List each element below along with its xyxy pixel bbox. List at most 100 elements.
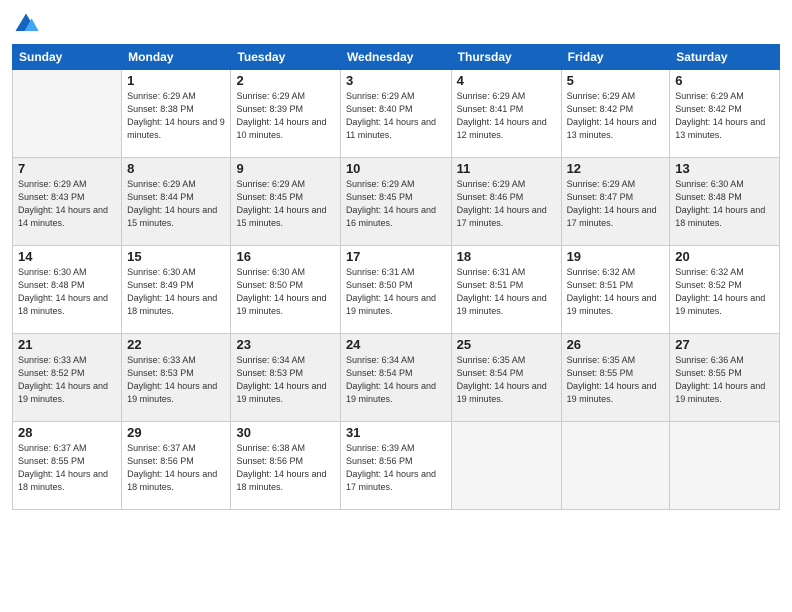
calendar-day-cell: 14 Sunrise: 6:30 AMSunset: 8:48 PMDayligh… bbox=[13, 246, 122, 334]
day-number: 20 bbox=[675, 249, 774, 264]
calendar-day-cell: 10 Sunrise: 6:29 AMSunset: 8:45 PMDayligh… bbox=[340, 158, 451, 246]
calendar-table: SundayMondayTuesdayWednesdayThursdayFrid… bbox=[12, 44, 780, 510]
day-info: Sunrise: 6:37 AMSunset: 8:55 PMDaylight:… bbox=[18, 442, 116, 494]
day-number: 3 bbox=[346, 73, 446, 88]
day-info: Sunrise: 6:34 AMSunset: 8:54 PMDaylight:… bbox=[346, 354, 446, 406]
weekday-header-wednesday: Wednesday bbox=[340, 45, 451, 70]
calendar-day-cell: 12 Sunrise: 6:29 AMSunset: 8:47 PMDayligh… bbox=[561, 158, 670, 246]
weekday-header-monday: Monday bbox=[122, 45, 231, 70]
calendar-day-cell: 7 Sunrise: 6:29 AMSunset: 8:43 PMDaylight… bbox=[13, 158, 122, 246]
calendar-day-cell: 1 Sunrise: 6:29 AMSunset: 8:38 PMDaylight… bbox=[122, 70, 231, 158]
calendar-day-cell: 28 Sunrise: 6:37 AMSunset: 8:55 PMDayligh… bbox=[13, 422, 122, 510]
calendar-day-cell: 4Sunrise: 6:29 AMSunset: 8:41 PMDaylight… bbox=[451, 70, 561, 158]
calendar-day-cell: 9 Sunrise: 6:29 AMSunset: 8:45 PMDaylight… bbox=[231, 158, 340, 246]
day-info: Sunrise: 6:32 AMSunset: 8:52 PMDaylight:… bbox=[675, 266, 774, 318]
day-info: Sunrise: 6:34 AMSunset: 8:53 PMDaylight:… bbox=[236, 354, 334, 406]
weekday-header-friday: Friday bbox=[561, 45, 670, 70]
calendar-day-cell: 30 Sunrise: 6:38 AMSunset: 8:56 PMDayligh… bbox=[231, 422, 340, 510]
calendar-week-row: 28 Sunrise: 6:37 AMSunset: 8:55 PMDayligh… bbox=[13, 422, 780, 510]
day-info: Sunrise: 6:30 AMSunset: 8:49 PMDaylight:… bbox=[127, 266, 225, 318]
calendar-day-cell: 19 Sunrise: 6:32 AMSunset: 8:51 PMDayligh… bbox=[561, 246, 670, 334]
day-number: 4 bbox=[457, 73, 556, 88]
weekday-header-sunday: Sunday bbox=[13, 45, 122, 70]
calendar-day-cell bbox=[670, 422, 780, 510]
day-number: 28 bbox=[18, 425, 116, 440]
day-number: 19 bbox=[567, 249, 665, 264]
day-info: Sunrise: 6:29 AMSunset: 8:42 PMDaylight:… bbox=[675, 90, 774, 142]
calendar-day-cell: 25Sunrise: 6:35 AMSunset: 8:54 PMDayligh… bbox=[451, 334, 561, 422]
weekday-header-saturday: Saturday bbox=[670, 45, 780, 70]
calendar-week-row: 14 Sunrise: 6:30 AMSunset: 8:48 PMDayligh… bbox=[13, 246, 780, 334]
calendar-day-cell: 29Sunrise: 6:37 AMSunset: 8:56 PMDayligh… bbox=[122, 422, 231, 510]
day-number: 12 bbox=[567, 161, 665, 176]
calendar-day-cell: 11 Sunrise: 6:29 AMSunset: 8:46 PMDayligh… bbox=[451, 158, 561, 246]
weekday-header-thursday: Thursday bbox=[451, 45, 561, 70]
calendar-day-cell: 20 Sunrise: 6:32 AMSunset: 8:52 PMDayligh… bbox=[670, 246, 780, 334]
day-info: Sunrise: 6:29 AMSunset: 8:42 PMDaylight:… bbox=[567, 90, 665, 142]
weekday-header-row: SundayMondayTuesdayWednesdayThursdayFrid… bbox=[13, 45, 780, 70]
calendar-week-row: 21 Sunrise: 6:33 AMSunset: 8:52 PMDayligh… bbox=[13, 334, 780, 422]
day-number: 23 bbox=[236, 337, 334, 352]
day-info: Sunrise: 6:30 AMSunset: 8:48 PMDaylight:… bbox=[675, 178, 774, 230]
calendar-day-cell: 17Sunrise: 6:31 AMSunset: 8:50 PMDayligh… bbox=[340, 246, 451, 334]
day-number: 8 bbox=[127, 161, 225, 176]
day-number: 26 bbox=[567, 337, 665, 352]
day-number: 27 bbox=[675, 337, 774, 352]
day-number: 15 bbox=[127, 249, 225, 264]
day-number: 16 bbox=[236, 249, 334, 264]
calendar-week-row: 7 Sunrise: 6:29 AMSunset: 8:43 PMDaylight… bbox=[13, 158, 780, 246]
day-info: Sunrise: 6:29 AMSunset: 8:43 PMDaylight:… bbox=[18, 178, 116, 230]
day-info: Sunrise: 6:30 AMSunset: 8:48 PMDaylight:… bbox=[18, 266, 116, 318]
page-container: SundayMondayTuesdayWednesdayThursdayFrid… bbox=[0, 0, 792, 518]
calendar-day-cell: 5Sunrise: 6:29 AMSunset: 8:42 PMDaylight… bbox=[561, 70, 670, 158]
day-number: 29 bbox=[127, 425, 225, 440]
day-info: Sunrise: 6:29 AMSunset: 8:46 PMDaylight:… bbox=[457, 178, 556, 230]
header bbox=[12, 10, 780, 38]
logo-icon bbox=[12, 10, 40, 38]
day-info: Sunrise: 6:35 AMSunset: 8:55 PMDaylight:… bbox=[567, 354, 665, 406]
day-info: Sunrise: 6:35 AMSunset: 8:54 PMDaylight:… bbox=[457, 354, 556, 406]
day-number: 9 bbox=[236, 161, 334, 176]
calendar-day-cell: 15 Sunrise: 6:30 AMSunset: 8:49 PMDayligh… bbox=[122, 246, 231, 334]
day-info: Sunrise: 6:33 AMSunset: 8:52 PMDaylight:… bbox=[18, 354, 116, 406]
day-number: 11 bbox=[457, 161, 556, 176]
day-info: Sunrise: 6:29 AMSunset: 8:40 PMDaylight:… bbox=[346, 90, 446, 142]
calendar-day-cell: 31 Sunrise: 6:39 AMSunset: 8:56 PMDayligh… bbox=[340, 422, 451, 510]
day-number: 24 bbox=[346, 337, 446, 352]
calendar-day-cell: 2Sunrise: 6:29 AMSunset: 8:39 PMDaylight… bbox=[231, 70, 340, 158]
calendar-day-cell bbox=[13, 70, 122, 158]
calendar-day-cell: 21 Sunrise: 6:33 AMSunset: 8:52 PMDayligh… bbox=[13, 334, 122, 422]
day-number: 1 bbox=[127, 73, 225, 88]
calendar-day-cell bbox=[561, 422, 670, 510]
day-number: 31 bbox=[346, 425, 446, 440]
day-info: Sunrise: 6:29 AMSunset: 8:38 PMDaylight:… bbox=[127, 90, 225, 142]
day-info: Sunrise: 6:32 AMSunset: 8:51 PMDaylight:… bbox=[567, 266, 665, 318]
day-number: 6 bbox=[675, 73, 774, 88]
day-info: Sunrise: 6:39 AMSunset: 8:56 PMDaylight:… bbox=[346, 442, 446, 494]
calendar-day-cell: 23 Sunrise: 6:34 AMSunset: 8:53 PMDayligh… bbox=[231, 334, 340, 422]
day-info: Sunrise: 6:29 AMSunset: 8:44 PMDaylight:… bbox=[127, 178, 225, 230]
calendar-day-cell: 27Sunrise: 6:36 AMSunset: 8:55 PMDayligh… bbox=[670, 334, 780, 422]
calendar-day-cell: 26 Sunrise: 6:35 AMSunset: 8:55 PMDayligh… bbox=[561, 334, 670, 422]
day-number: 10 bbox=[346, 161, 446, 176]
calendar-day-cell: 24 Sunrise: 6:34 AMSunset: 8:54 PMDayligh… bbox=[340, 334, 451, 422]
calendar-week-row: 1 Sunrise: 6:29 AMSunset: 8:38 PMDaylight… bbox=[13, 70, 780, 158]
day-number: 13 bbox=[675, 161, 774, 176]
day-info: Sunrise: 6:29 AMSunset: 8:45 PMDaylight:… bbox=[346, 178, 446, 230]
day-number: 17 bbox=[346, 249, 446, 264]
day-info: Sunrise: 6:33 AMSunset: 8:53 PMDaylight:… bbox=[127, 354, 225, 406]
calendar-day-cell: 16Sunrise: 6:30 AMSunset: 8:50 PMDayligh… bbox=[231, 246, 340, 334]
day-info: Sunrise: 6:29 AMSunset: 8:45 PMDaylight:… bbox=[236, 178, 334, 230]
calendar-day-cell: 6 Sunrise: 6:29 AMSunset: 8:42 PMDaylight… bbox=[670, 70, 780, 158]
day-number: 22 bbox=[127, 337, 225, 352]
calendar-day-cell: 8 Sunrise: 6:29 AMSunset: 8:44 PMDaylight… bbox=[122, 158, 231, 246]
calendar-day-cell: 3 Sunrise: 6:29 AMSunset: 8:40 PMDaylight… bbox=[340, 70, 451, 158]
day-number: 30 bbox=[236, 425, 334, 440]
day-number: 21 bbox=[18, 337, 116, 352]
day-number: 14 bbox=[18, 249, 116, 264]
calendar-day-cell bbox=[451, 422, 561, 510]
day-number: 7 bbox=[18, 161, 116, 176]
day-info: Sunrise: 6:29 AMSunset: 8:47 PMDaylight:… bbox=[567, 178, 665, 230]
calendar-day-cell: 22 Sunrise: 6:33 AMSunset: 8:53 PMDayligh… bbox=[122, 334, 231, 422]
day-info: Sunrise: 6:38 AMSunset: 8:56 PMDaylight:… bbox=[236, 442, 334, 494]
